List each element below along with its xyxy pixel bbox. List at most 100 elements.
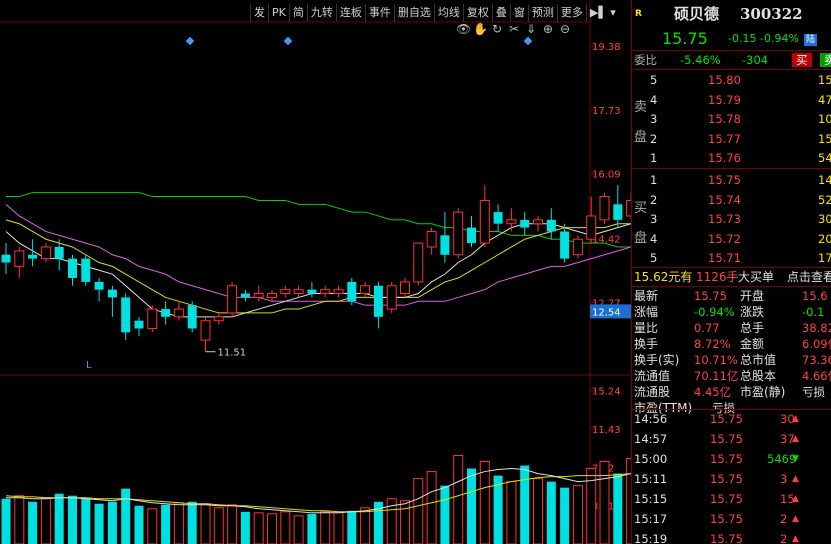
- tick-time: 15:17: [634, 512, 668, 526]
- toolbar-item-9[interactable]: 叠: [491, 4, 510, 22]
- quote-panel: R 硕贝德 300322 15.75 -0.15 -0.94% 陆委比 -5.46% -304 买…: [631, 0, 831, 544]
- candle-body[interactable]: [107, 289, 117, 298]
- volume-bar: [572, 485, 583, 544]
- volume-bar: [333, 512, 344, 544]
- candle-body[interactable]: [520, 219, 530, 228]
- candle-body[interactable]: [147, 308, 158, 329]
- volume-bar: [81, 498, 91, 544]
- candle-body[interactable]: [453, 211, 464, 256]
- volume-bar: [40, 497, 51, 544]
- candle-body[interactable]: [134, 320, 144, 329]
- candle-body[interactable]: [413, 242, 424, 283]
- buy-button[interactable]: 买: [792, 53, 812, 67]
- big-order-link[interactable]: 点击查看: [787, 268, 831, 286]
- arrow-up-icon: ▲: [792, 494, 799, 504]
- tick-volume: 2: [780, 512, 788, 526]
- toolbar-item-2[interactable]: 简: [288, 4, 307, 22]
- candle-body[interactable]: [506, 219, 517, 225]
- candle-body[interactable]: [613, 204, 623, 220]
- eye-icon[interactable]: 👁: [456, 22, 471, 36]
- candle-body[interactable]: [307, 289, 317, 294]
- candle-body[interactable]: [81, 258, 91, 282]
- toolbar-item-11[interactable]: 预测: [527, 4, 557, 22]
- chart-canvas[interactable]: 19.3817.7316.0914.4212.7712.5415.2411.43…: [0, 0, 631, 544]
- candle-body[interactable]: [293, 289, 304, 295]
- candle-body[interactable]: [161, 309, 171, 317]
- candle-body[interactable]: [360, 285, 371, 295]
- candle-body[interactable]: [267, 293, 277, 298]
- volume-bar: [293, 515, 304, 544]
- toolbar-item-1[interactable]: PK: [268, 4, 289, 22]
- toolbar-arrow-icon[interactable]: ▶▌ ▾: [585, 4, 619, 22]
- level-index: 4: [650, 92, 658, 107]
- sell-level-1: 1 15.76 54: [632, 149, 831, 167]
- tick-price: 15.75: [710, 412, 743, 426]
- toolbar-item-6[interactable]: 删自选: [393, 4, 434, 22]
- candle-body[interactable]: [240, 293, 250, 298]
- candle-body[interactable]: [320, 289, 331, 295]
- candle-body[interactable]: [121, 297, 131, 333]
- candle-body[interactable]: [213, 316, 224, 322]
- candle-body[interactable]: [560, 231, 570, 259]
- candle-body[interactable]: [28, 254, 38, 259]
- candle-body[interactable]: [1, 254, 11, 263]
- candle-body[interactable]: [400, 281, 410, 295]
- toolbar-item-5[interactable]: 事件: [364, 4, 394, 22]
- candle-body[interactable]: [40, 246, 51, 260]
- toolbar-item-3[interactable]: 九转: [306, 4, 336, 22]
- weibi-value: -5.46%: [680, 53, 721, 67]
- candle-body[interactable]: [533, 219, 543, 225]
- candle-body[interactable]: [493, 212, 503, 224]
- candle-body[interactable]: [333, 289, 344, 295]
- volume-bar: [107, 501, 117, 544]
- candle-body[interactable]: [586, 215, 597, 240]
- toolbar-item-10[interactable]: 窗: [509, 4, 528, 22]
- toolbar-item-8[interactable]: 复权: [462, 4, 492, 22]
- scissors-icon[interactable]: ✂: [507, 22, 521, 36]
- volume-bar: [173, 502, 184, 544]
- event-marker-icon[interactable]: [283, 36, 293, 46]
- refresh-icon[interactable]: ↻: [490, 22, 504, 36]
- level-price: 15.73: [708, 212, 741, 226]
- candle-body[interactable]: [94, 281, 104, 290]
- toolbar-item-4[interactable]: 连板: [335, 4, 365, 22]
- pin-icon[interactable]: ⇓: [524, 22, 538, 36]
- candle-body[interactable]: [572, 238, 583, 256]
- level-volume: 159: [818, 73, 831, 87]
- candle-body[interactable]: [467, 227, 476, 244]
- candle-body[interactable]: [426, 230, 437, 248]
- candle-body[interactable]: [599, 196, 610, 221]
- sell-button[interactable]: 卖: [820, 53, 831, 67]
- candle-body[interactable]: [200, 320, 211, 341]
- tick-volume: 2: [780, 532, 788, 544]
- arrow-up-icon: ▲: [792, 414, 799, 424]
- candle-body[interactable]: [54, 246, 64, 259]
- toolbar-item-0[interactable]: 发: [250, 4, 268, 22]
- candle-body[interactable]: [386, 285, 397, 310]
- candle-body[interactable]: [14, 250, 25, 267]
- candle-body[interactable]: [173, 308, 184, 318]
- candle-body[interactable]: [479, 199, 490, 244]
- hand-icon[interactable]: ✋: [473, 22, 488, 36]
- candle-body[interactable]: [187, 305, 197, 329]
- level-volume: 20: [818, 231, 831, 246]
- candle-body[interactable]: [347, 281, 357, 302]
- volume-bar: [440, 485, 450, 544]
- buy-level-3: 3 15.73 30: [632, 210, 831, 228]
- candle-body[interactable]: [546, 219, 556, 232]
- candle-body[interactable]: [440, 235, 450, 255]
- event-marker-icon[interactable]: [523, 36, 533, 46]
- event-marker-icon[interactable]: [185, 36, 195, 46]
- last-price: 15.75: [662, 29, 708, 48]
- kline-chart[interactable]: 19.38 17.73 16.09 14.42 12.77 12.54 15.24 11.43…: [0, 0, 631, 544]
- candle-body[interactable]: [253, 293, 264, 298]
- candle-body[interactable]: [373, 285, 383, 317]
- toolbar-item-7[interactable]: 均线: [433, 4, 463, 22]
- candle-body[interactable]: [227, 285, 238, 314]
- toolbar-item-12[interactable]: 更多: [556, 4, 586, 22]
- candle-body[interactable]: [280, 289, 291, 295]
- candle-body[interactable]: [68, 258, 77, 279]
- big-order-label: 大买单: [738, 270, 775, 284]
- zoom-in-icon[interactable]: ⊕: [541, 22, 555, 36]
- zoom-out-icon[interactable]: ⊖: [558, 22, 572, 36]
